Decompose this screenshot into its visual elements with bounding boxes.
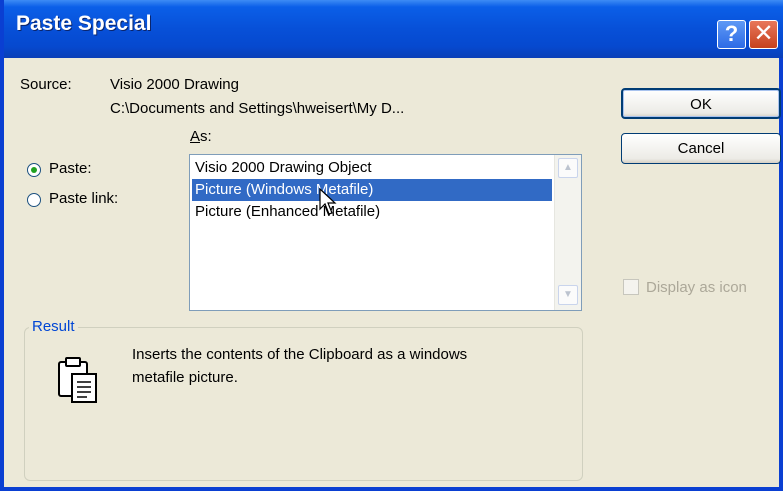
help-button[interactable]: ?: [717, 20, 746, 49]
close-button[interactable]: ✕: [749, 20, 778, 49]
source-path: C:\Documents and Settings\hweisert\My D.…: [110, 100, 405, 117]
title-bar[interactable]: Paste Special ? ✕: [4, 0, 783, 58]
source-label: Source:: [20, 76, 72, 93]
source-name: Visio 2000 Drawing: [110, 76, 239, 93]
ok-button[interactable]: OK: [621, 88, 781, 119]
paste-link-radio-label[interactable]: Paste link:: [49, 190, 118, 207]
dialog-title: Paste Special: [16, 12, 152, 35]
paste-link-radio[interactable]: [27, 193, 41, 207]
chevron-up-icon: ▲: [563, 162, 573, 173]
as-format-list[interactable]: Visio 2000 Drawing Object Picture (Windo…: [189, 154, 582, 311]
cancel-button[interactable]: Cancel: [621, 133, 781, 164]
display-as-icon-checkbox[interactable]: [623, 279, 639, 295]
paste-special-dialog: Paste Special ? ✕ Source: Visio 2000 Dra…: [0, 0, 783, 491]
clipboard-icon: [58, 357, 97, 403]
scroll-down-button[interactable]: ▼: [558, 285, 578, 305]
mouse-cursor-icon: [319, 188, 337, 215]
result-description-line1: Inserts the contents of the Clipboard as…: [132, 346, 468, 363]
result-description-line2: metafile picture.: [132, 369, 238, 386]
help-icon: ?: [724, 21, 739, 46]
close-icon: ✕: [753, 20, 774, 47]
list-item-selected[interactable]: Picture (Windows Metafile): [192, 179, 552, 201]
scroll-up-button[interactable]: ▲: [558, 158, 578, 178]
paste-radio[interactable]: [27, 163, 41, 177]
display-as-icon-label: Display as icon: [646, 279, 747, 296]
chevron-down-icon: ▼: [563, 289, 573, 300]
list-item[interactable]: Visio 2000 Drawing Object: [192, 157, 552, 179]
paste-radio-label[interactable]: Paste:: [49, 160, 92, 177]
list-scrollbar[interactable]: ▲ ▼: [554, 155, 581, 310]
result-group-title: Result: [29, 318, 78, 335]
as-label: As:: [190, 128, 212, 145]
list-item[interactable]: Picture (Enhanced Metafile): [192, 201, 552, 223]
